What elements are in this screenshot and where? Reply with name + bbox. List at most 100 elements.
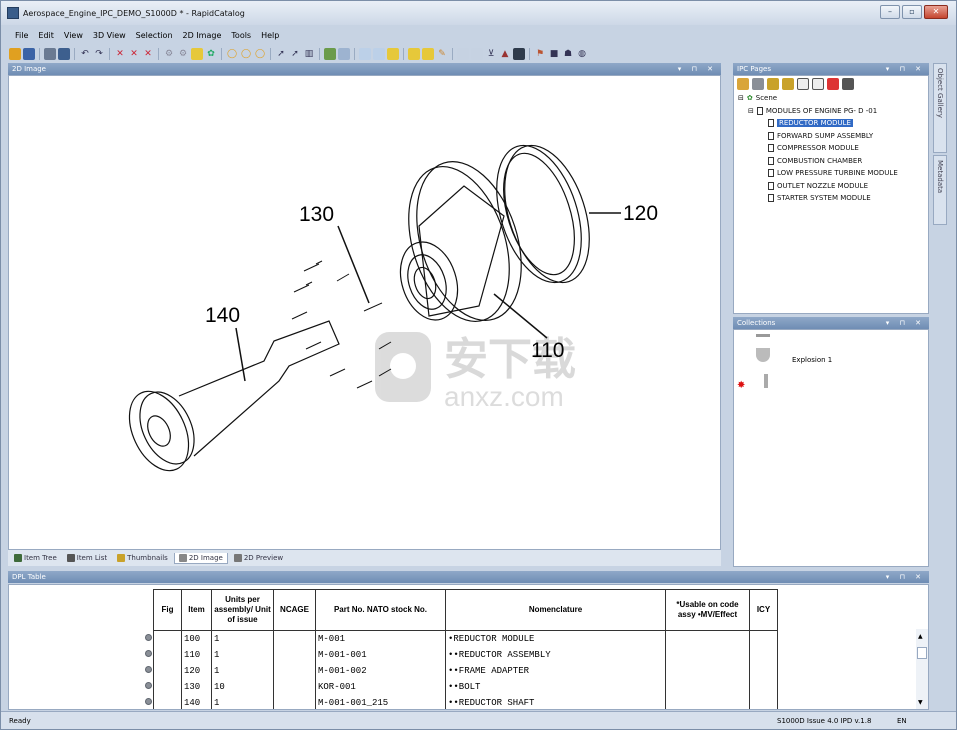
callout-140[interactable]: 140	[205, 304, 240, 327]
table-row[interactable]: 140 1 M-001-001_215 ••REDUCTOR SHAFT	[153, 694, 778, 709]
delete-all-icon[interactable]: ✕	[128, 48, 140, 60]
brush-icon[interactable]: ✎	[436, 48, 448, 60]
tree-node-lp-turbine[interactable]: LOW PRESSURE TURBINE MODULE	[738, 167, 928, 180]
tree-node-outlet-nozzle[interactable]: OUTLET NOZZLE MODULE	[738, 180, 928, 193]
collection-toolbar-icon[interactable]	[756, 334, 770, 337]
image-pane-controls[interactable]: ▾ ⊓ ✕	[678, 63, 717, 75]
page-icon[interactable]	[387, 47, 399, 60]
settings-icon[interactable]: ⚙	[177, 48, 189, 60]
layout-icon[interactable]	[471, 47, 483, 60]
maximize-button[interactable]: ▫	[902, 5, 922, 19]
expand-icon[interactable]: ⊟	[748, 107, 754, 115]
tree-node-root[interactable]: ⊟ MODULES OF ENGINE PG- D -01	[738, 105, 928, 118]
row-bullet-icon[interactable]	[145, 682, 152, 689]
note-icon[interactable]	[422, 47, 434, 60]
print-icon[interactable]	[44, 47, 56, 60]
menu-help[interactable]: Help	[261, 31, 279, 40]
properties-icon[interactable]	[752, 78, 764, 90]
collection-item-explosion[interactable]: Explosion 1	[792, 356, 832, 364]
mark-icon[interactable]	[408, 47, 420, 60]
hierarchy-icon[interactable]: ▥	[303, 48, 315, 60]
collections-pane-controls[interactable]: ▾ ⊓ ✕	[886, 317, 925, 329]
render-icon[interactable]	[324, 47, 336, 60]
new-page-icon[interactable]	[797, 78, 809, 90]
table-row[interactable]: 110 1 M-001-001 ••REDUCTOR ASSEMBLY	[153, 646, 778, 663]
tab-item-tree[interactable]: Item Tree	[10, 553, 61, 563]
table-row[interactable]: 130 10 KOR-001 ••BOLT	[153, 678, 778, 695]
menu-3d-view[interactable]: 3D View	[93, 31, 126, 40]
tab-thumbnails[interactable]: Thumbnails	[113, 553, 172, 563]
fit-icon[interactable]	[513, 47, 525, 60]
callout-add-icon[interactable]: ◯	[240, 48, 252, 60]
tree-node-combustion[interactable]: COMBUSTION CHAMBER	[738, 155, 928, 168]
align-bottom-icon[interactable]: ⊻	[485, 48, 497, 60]
ipc-pane-controls[interactable]: ▾ ⊓ ✕	[886, 63, 925, 75]
tab-metadata[interactable]: Metadata	[933, 155, 947, 225]
dpl-pane-controls[interactable]: ▾ ⊓ ✕	[886, 571, 925, 583]
tree-node-forward-sump[interactable]: FORWARD SUMP ASSEMBLY	[738, 130, 928, 143]
delete-page-icon[interactable]	[827, 78, 839, 90]
copy-icon[interactable]	[359, 47, 371, 60]
2d-image-canvas[interactable]: 安下载 anxz.com 130 120 140 110	[8, 75, 721, 550]
row-bullet-icon[interactable]	[145, 666, 152, 673]
report-icon[interactable]	[191, 47, 203, 60]
tab-object-gallery[interactable]: Object Gallery	[933, 63, 947, 153]
tab-2d-preview[interactable]: 2D Preview	[230, 553, 287, 563]
user-icon[interactable]: ⚑	[534, 48, 546, 60]
callout-110[interactable]: 110	[531, 339, 564, 362]
frame-icon[interactable]	[457, 47, 469, 60]
image-pane-title-text: 2D Image	[12, 65, 46, 73]
scheme-icon[interactable]: ✿	[205, 48, 217, 60]
close-button[interactable]: ✕	[924, 5, 948, 19]
monitor-icon[interactable]	[58, 47, 70, 60]
open-folder-icon[interactable]	[9, 47, 21, 60]
row-bullet-icon[interactable]	[145, 634, 152, 641]
copy-page-icon[interactable]	[812, 78, 824, 90]
tree-node-starter[interactable]: STARTER SYSTEM MODULE	[738, 192, 928, 205]
minimize-button[interactable]: –	[880, 5, 900, 19]
dpl-vertical-scrollbar[interactable]: ▲ ▼	[916, 629, 928, 709]
gear-icon[interactable]: ⚙	[163, 48, 175, 60]
menu-view[interactable]: View	[64, 31, 83, 40]
image-icon[interactable]	[338, 47, 350, 60]
paste-icon[interactable]	[373, 47, 385, 60]
pointer-icon[interactable]: ➚	[275, 48, 287, 60]
callout-130[interactable]: 130	[299, 203, 334, 226]
delete-icon[interactable]: ✕	[114, 48, 126, 60]
save-icon[interactable]	[23, 47, 35, 60]
scroll-down-icon[interactable]: ▼	[918, 699, 923, 706]
globe-icon[interactable]: ◍	[576, 48, 588, 60]
callout-120[interactable]: 120	[623, 202, 658, 225]
lock-icon[interactable]: ▲	[499, 48, 511, 60]
expand-icon[interactable]: ⊟	[738, 94, 744, 102]
camera-icon[interactable]: ■	[548, 48, 560, 60]
table-row[interactable]: 120 1 M-001-002 ••FRAME ADAPTER	[153, 662, 778, 679]
table-row[interactable]: 100 1 M-001 •REDUCTOR MODULE	[153, 630, 778, 647]
delete-hierarchy-icon[interactable]: ✕	[142, 48, 154, 60]
table-cell-icy	[749, 678, 778, 695]
export-page-icon[interactable]	[842, 78, 854, 90]
tree-node-compressor[interactable]: COMPRESSOR MODULE	[738, 142, 928, 155]
unlink-icon[interactable]	[782, 78, 794, 90]
link-icon[interactable]	[767, 78, 779, 90]
tree-node-reductor-module[interactable]: REDUCTOR MODULE	[738, 117, 928, 130]
tab-2d-image[interactable]: 2D Image	[173, 552, 228, 564]
tree-node-scene[interactable]: ⊟ ✿ Scene	[738, 92, 928, 105]
network-icon[interactable]: ☗	[562, 48, 574, 60]
add-page-icon[interactable]	[737, 78, 749, 90]
scroll-thumb[interactable]	[917, 647, 927, 659]
callout-icon[interactable]: ◯	[226, 48, 238, 60]
undo-icon[interactable]: ↶	[79, 48, 91, 60]
callout-remove-icon[interactable]: ◯	[254, 48, 266, 60]
scroll-up-icon[interactable]: ▲	[918, 633, 923, 640]
row-bullet-icon[interactable]	[145, 650, 152, 657]
tab-item-list[interactable]: Item List	[63, 553, 111, 563]
row-bullet-icon[interactable]	[145, 698, 152, 705]
menu-selection[interactable]: Selection	[136, 31, 173, 40]
menu-file[interactable]: File	[15, 31, 28, 40]
menu-2d-image[interactable]: 2D Image	[183, 31, 222, 40]
menu-edit[interactable]: Edit	[38, 31, 54, 40]
menu-tools[interactable]: Tools	[231, 31, 251, 40]
redo-icon[interactable]: ↷	[93, 48, 105, 60]
select-icon[interactable]: ➚	[289, 48, 301, 60]
